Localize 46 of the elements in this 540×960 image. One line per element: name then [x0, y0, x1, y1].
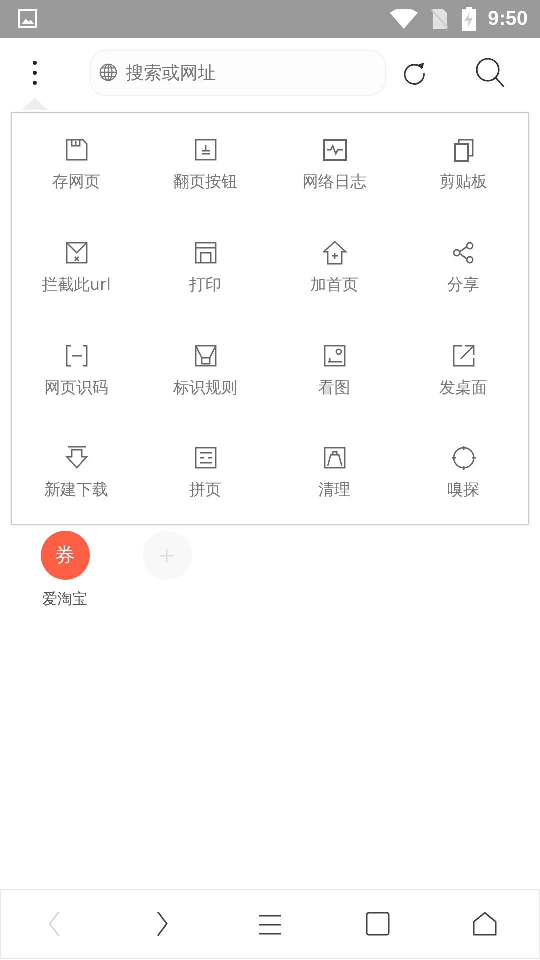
menu-item[interactable]: 加首页 — [270, 216, 399, 318]
menu-item[interactable]: 翻页按钮 — [141, 113, 270, 216]
no-sim-icon — [430, 8, 450, 30]
broom-box-icon — [322, 446, 346, 470]
shortcut-button[interactable]: 券 — [40, 531, 90, 580]
share-icon — [452, 240, 476, 265]
menu-item[interactable]: 网页识码 — [12, 318, 141, 422]
floppy-icon — [64, 138, 88, 162]
menu-item[interactable]: 看图 — [270, 318, 399, 422]
status-time: 9:50 — [488, 8, 528, 30]
menu-item[interactable]: 拦截此url — [12, 216, 141, 318]
wifi-icon — [390, 9, 418, 29]
menu-item[interactable]: 发桌面 — [399, 318, 528, 422]
image-icon — [18, 9, 38, 29]
menu-item[interactable]: 剪贴板 — [399, 113, 528, 216]
menu-item[interactable]: 拼页 — [141, 421, 270, 524]
page-button-icon — [194, 138, 218, 162]
refresh-icon[interactable] — [402, 60, 427, 86]
menu-item[interactable]: 新建下载 — [12, 421, 141, 524]
plus-icon — [159, 548, 175, 564]
blocked-envelope-icon — [64, 240, 88, 265]
download-icon — [64, 446, 88, 470]
printer-icon — [194, 240, 218, 265]
more-icon[interactable] — [32, 60, 38, 86]
bracket-icon — [64, 344, 88, 368]
arrow-out-icon — [452, 344, 476, 368]
home-icon[interactable] — [473, 912, 498, 936]
tabs-icon[interactable] — [366, 912, 390, 936]
shortcut-label[interactable]: 爱淘宝 — [42, 590, 88, 609]
add-home-icon — [322, 240, 346, 265]
copy-icon — [452, 138, 476, 162]
battery-charging-icon — [462, 7, 476, 31]
crosshair-icon — [452, 446, 476, 470]
pulse-icon — [322, 138, 346, 162]
menu-item[interactable]: 清理 — [270, 421, 399, 524]
menu-item[interactable]: 分享 — [399, 216, 528, 318]
menu-item[interactable]: 存网页 — [12, 113, 141, 216]
menu-item[interactable]: 打印 — [141, 216, 270, 318]
menu-item[interactable]: 标识规则 — [141, 318, 270, 422]
ad-envelope-icon — [194, 344, 218, 368]
list-page-icon — [194, 446, 218, 470]
search-icon[interactable] — [475, 57, 505, 89]
menu-item[interactable]: 嗅探 — [399, 421, 528, 524]
image-icon — [322, 344, 346, 368]
menu-item[interactable]: 网络日志 — [270, 113, 399, 216]
search-field[interactable]: 搜索或网址 — [90, 50, 386, 96]
